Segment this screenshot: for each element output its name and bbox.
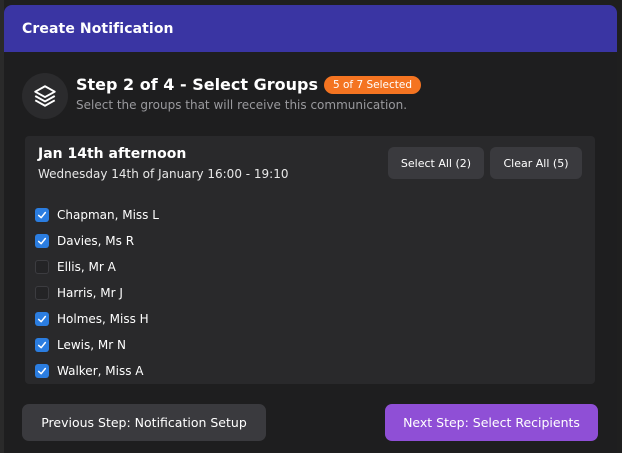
member-name: Holmes, Miss H [57,312,149,326]
selected-count-badge: 5 of 7 Selected [323,76,421,94]
checkmark-icon [37,341,47,349]
member-item[interactable]: Walker, Miss A [35,358,159,384]
clear-all-button[interactable]: Clear All (5) [490,147,582,179]
select-all-button[interactable]: Select All (2) [388,147,484,179]
member-checkbox[interactable] [35,260,49,274]
member-checkbox[interactable] [35,208,49,222]
member-name: Harris, Mr J [57,286,123,300]
member-name: Walker, Miss A [57,364,144,378]
previous-step-button[interactable]: Previous Step: Notification Setup [22,404,266,441]
checkmark-icon [37,237,47,245]
checkmark-icon [37,315,47,323]
member-checkbox[interactable] [35,312,49,326]
modal-header: Create Notification [4,5,617,52]
member-name: Ellis, Mr A [57,260,116,274]
member-name: Davies, Ms R [57,234,135,248]
member-checkbox[interactable] [35,338,49,352]
step-title-text: Step 2 of 4 - Select Groups [76,75,318,94]
checkmark-icon [37,367,47,375]
layers-icon [22,73,68,119]
member-checkbox[interactable] [35,234,49,248]
member-list: Chapman, Miss L Davies, Ms R Ellis, Mr A… [35,202,159,384]
step-header: Step 2 of 4 - Select Groups 5 of 7 Select… [22,71,599,119]
member-item[interactable]: Holmes, Miss H [35,306,159,332]
modal-title: Create Notification [22,20,174,37]
step-title: Step 2 of 4 - Select Groups 5 of 7 Select… [76,75,421,94]
member-item[interactable]: Harris, Mr J [35,280,159,306]
member-name: Chapman, Miss L [57,208,159,222]
checkmark-icon [37,211,47,219]
member-checkbox[interactable] [35,286,49,300]
member-name: Lewis, Mr N [57,338,126,352]
group-date: Wednesday 14th of January 16:00 - 19:10 [38,167,289,181]
create-notification-modal: Create Notification Step 2 of 4 - Select… [4,5,617,453]
member-item[interactable]: Ellis, Mr A [35,254,159,280]
step-subtitle: Select the groups that will receive this… [76,98,408,112]
member-checkbox[interactable] [35,364,49,378]
next-step-button[interactable]: Next Step: Select Recipients [385,404,598,441]
group-title: Jan 14th afternoon [38,146,187,162]
member-item[interactable]: Lewis, Mr N [35,332,159,358]
member-item[interactable]: Chapman, Miss L [35,202,159,228]
group-panel: Jan 14th afternoon Wednesday 14th of Jan… [25,136,595,384]
member-item[interactable]: Davies, Ms R [35,228,159,254]
